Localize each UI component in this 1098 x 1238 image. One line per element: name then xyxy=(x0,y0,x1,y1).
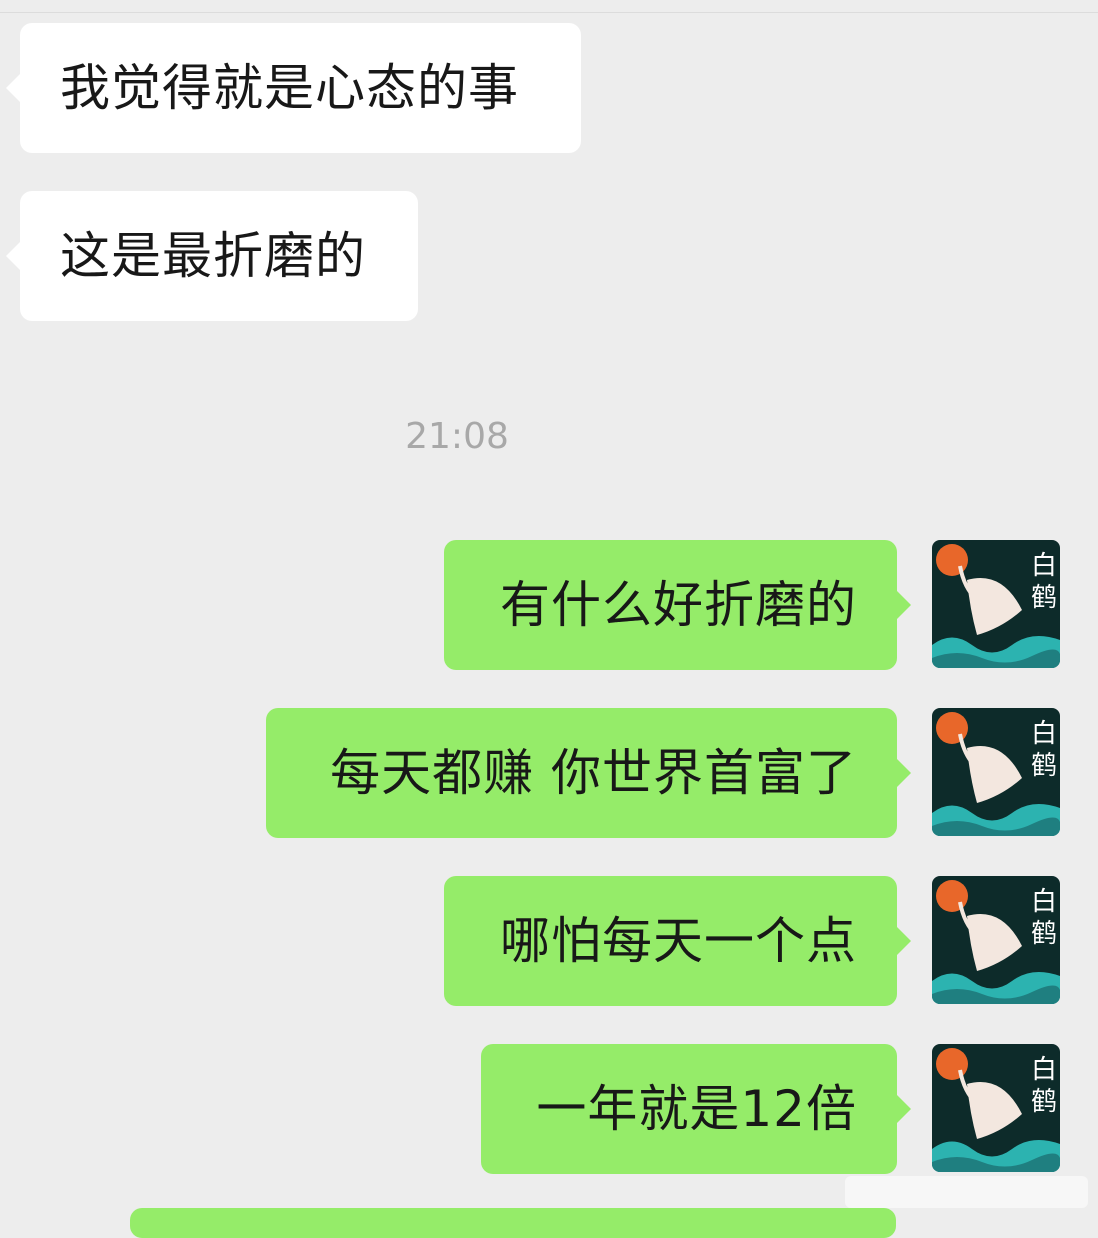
crane-avatar-icon: 白 鹤 xyxy=(932,708,1060,836)
message-text: 有什么好折磨的 xyxy=(500,576,857,634)
svg-text:白: 白 xyxy=(1031,887,1057,917)
message-text: 每天都赚 你世界首富了 xyxy=(330,744,857,802)
svg-text:白: 白 xyxy=(1031,719,1057,749)
message-bubble-outgoing[interactable]: 一年就是12倍 xyxy=(481,1044,911,1174)
message-bubble-incoming[interactable]: 我觉得就是心态的事 xyxy=(6,23,581,153)
svg-text:白: 白 xyxy=(1031,1055,1057,1085)
avatar[interactable]: 白 鹤 xyxy=(932,1044,1060,1172)
svg-text:鹤: 鹤 xyxy=(1031,1087,1057,1117)
svg-text:白: 白 xyxy=(1031,551,1057,581)
crane-avatar-icon: 白 鹤 xyxy=(932,876,1060,1004)
top-divider xyxy=(0,12,1098,13)
avatar[interactable]: 白 鹤 xyxy=(932,876,1060,1004)
avatar[interactable]: 白 鹤 xyxy=(932,708,1060,836)
message-bubble-outgoing[interactable]: 每天都赚 你世界首富了 xyxy=(266,708,911,838)
message-bubble-outgoing[interactable]: 有什么好折磨的 xyxy=(444,540,911,670)
crane-avatar-icon: 白 鹤 xyxy=(932,540,1060,668)
svg-text:鹤: 鹤 xyxy=(1031,919,1057,949)
message-text: 这是最折磨的 xyxy=(60,227,366,285)
message-timestamp: 21:08 xyxy=(405,416,509,457)
message-bubble-incoming[interactable]: 这是最折磨的 xyxy=(6,191,418,321)
message-bubble-outgoing[interactable]: 哪怕每天一个点 xyxy=(444,876,911,1006)
watermark xyxy=(845,1176,1088,1208)
message-text: 一年就是12倍 xyxy=(536,1080,857,1138)
message-text: 我觉得就是心态的事 xyxy=(60,59,519,117)
crane-avatar-icon: 白 鹤 xyxy=(932,1044,1060,1172)
svg-text:鹤: 鹤 xyxy=(1031,583,1057,613)
message-text: 哪怕每天一个点 xyxy=(500,912,857,970)
message-bubble-outgoing-partial[interactable] xyxy=(130,1208,896,1238)
avatar[interactable]: 白 鹤 xyxy=(932,540,1060,668)
svg-text:鹤: 鹤 xyxy=(1031,751,1057,781)
